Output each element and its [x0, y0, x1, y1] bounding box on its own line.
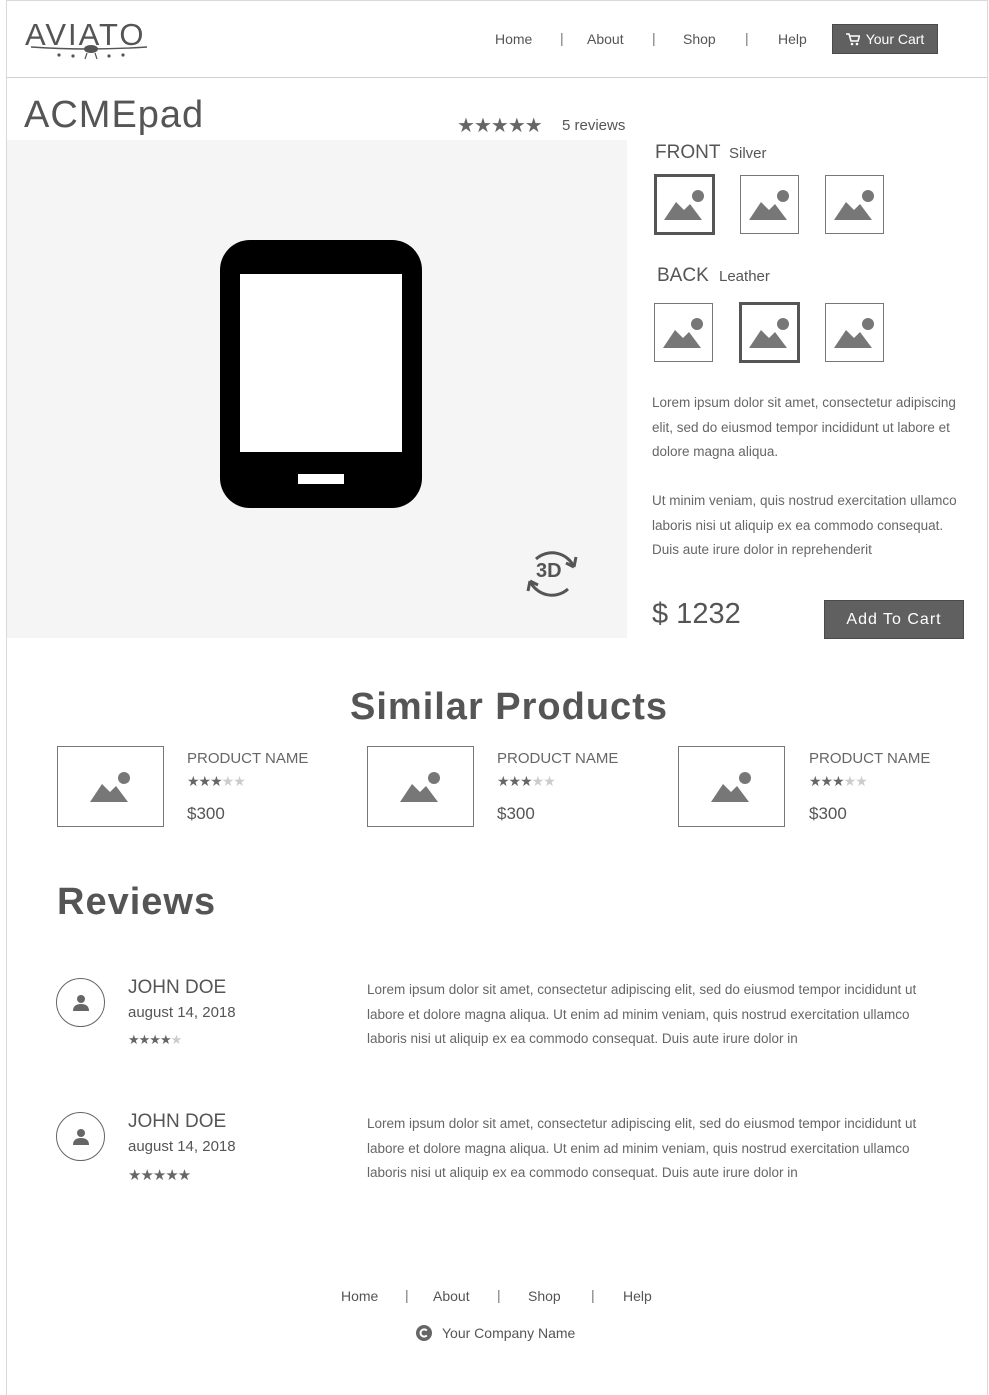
nav-separator: |: [652, 30, 656, 46]
star-icon: ★: [490, 115, 509, 137]
front-label: FRONT: [655, 142, 721, 163]
similar-product-price: $300: [809, 804, 847, 823]
similar-product-name[interactable]: PRODUCT NAME: [809, 750, 930, 767]
back-label: BACK: [657, 265, 709, 286]
nav-separator: |: [560, 30, 564, 46]
product-price: $ 1232: [652, 598, 741, 630]
image-placeholder-icon: [748, 317, 789, 348]
image-placeholder-icon: [833, 317, 874, 348]
footer-nav-separator: |: [405, 1287, 409, 1303]
reviewer-name: JOHN DOE: [128, 977, 227, 998]
footer-nav-shop[interactable]: Shop: [528, 1288, 561, 1304]
review-text: Lorem ipsum dolor sit amet, consectetur …: [367, 1116, 917, 1180]
similar-product-image[interactable]: [367, 746, 474, 827]
similar-product-name[interactable]: PRODUCT NAME: [187, 750, 308, 767]
nav-help[interactable]: Help: [778, 31, 807, 47]
add-to-cart-button[interactable]: Add To Cart: [824, 600, 964, 639]
copyright-icon: [416, 1325, 432, 1341]
similar-product-image[interactable]: [57, 746, 164, 827]
image-placeholder-icon: [710, 771, 751, 802]
review-rating: ★★★★★: [128, 1167, 191, 1184]
tablet-icon: [220, 240, 422, 508]
similar-product-rating: ★★★★★: [809, 773, 868, 789]
product-rating: ★★★★★: [457, 113, 543, 138]
image-placeholder-icon: [833, 189, 874, 220]
similar-product-image[interactable]: [678, 746, 785, 827]
avatar: [56, 978, 105, 1027]
nav-shop[interactable]: Shop: [683, 31, 716, 47]
review-date: august 14, 2018: [128, 1004, 236, 1021]
back-option-2[interactable]: [739, 302, 800, 363]
star-icon: ★: [457, 115, 475, 137]
nav-home[interactable]: Home: [495, 31, 532, 47]
nav-separator: |: [745, 30, 749, 46]
review-date: august 14, 2018: [128, 1138, 236, 1155]
your-cart-button[interactable]: Your Cart: [832, 24, 938, 54]
front-option-2[interactable]: [740, 175, 799, 234]
footer-nav-separator: |: [591, 1287, 595, 1303]
image-placeholder-icon: [663, 189, 704, 220]
review-text: Lorem ipsum dolor sit amet, consectetur …: [367, 982, 917, 1046]
plane-icon: [30, 45, 148, 60]
site-header: AVIATO Home | About | Shop | Help Your C…: [7, 1, 987, 78]
image-placeholder-icon: [399, 771, 440, 802]
user-icon: [72, 994, 89, 1011]
product-description-2: Ut minim veniam, quis nostrud exercitati…: [652, 493, 957, 557]
cart-label: Your Cart: [865, 31, 925, 47]
similar-products-title: Similar Products: [350, 686, 668, 728]
star-icon: ★: [473, 115, 492, 137]
front-option-3[interactable]: [825, 175, 884, 234]
product-viewer[interactable]: 3D: [7, 140, 627, 638]
copyright: Your Company Name: [416, 1325, 575, 1341]
footer-nav-about[interactable]: About: [433, 1288, 470, 1304]
back-option-1[interactable]: [654, 303, 713, 362]
review-rating: ★★★★★: [128, 1032, 182, 1047]
similar-product-rating: ★★★★★: [187, 773, 246, 789]
reviews-title: Reviews: [57, 881, 217, 923]
back-option-3[interactable]: [825, 303, 884, 362]
similar-product-name[interactable]: PRODUCT NAME: [497, 750, 618, 767]
product-title: ACMEpad: [24, 94, 205, 136]
nav-about[interactable]: About: [587, 31, 624, 47]
rotate-3d-button[interactable]: 3D: [522, 545, 582, 603]
company-name: Your Company Name: [442, 1325, 576, 1341]
reviewer-name: JOHN DOE: [128, 1111, 227, 1132]
image-placeholder-icon: [89, 771, 130, 802]
front-value: Silver: [729, 145, 767, 162]
similar-product-rating: ★★★★★: [497, 773, 556, 789]
front-option-1[interactable]: [654, 174, 715, 235]
user-icon: [72, 1128, 89, 1145]
badge-3d-label: 3D: [536, 560, 562, 582]
star-icon: ★: [524, 115, 543, 137]
star-icon: ★: [507, 115, 526, 137]
product-description-1: Lorem ipsum dolor sit amet, consectetur …: [652, 395, 956, 459]
cart-icon: [845, 32, 860, 45]
footer-nav-help[interactable]: Help: [623, 1288, 652, 1304]
back-value: Leather: [719, 268, 770, 285]
footer-nav-home[interactable]: Home: [341, 1288, 378, 1304]
image-placeholder-icon: [662, 317, 703, 348]
image-placeholder-icon: [748, 189, 789, 220]
avatar: [56, 1112, 105, 1161]
similar-product-price: $300: [497, 804, 535, 823]
reviews-count-link[interactable]: 5 reviews: [562, 117, 625, 134]
footer-nav-separator: |: [497, 1287, 501, 1303]
similar-product-price: $300: [187, 804, 225, 823]
